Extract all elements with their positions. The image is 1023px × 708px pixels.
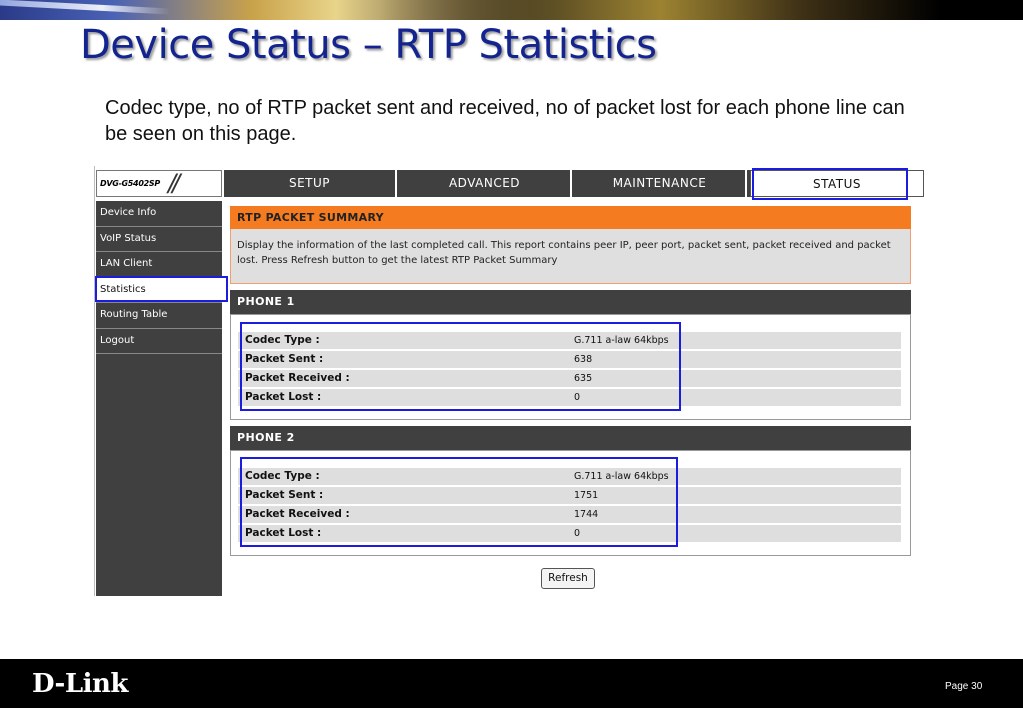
sidebar-item-logout[interactable]: Logout	[96, 329, 222, 354]
top-banner	[0, 0, 1023, 20]
table-row: Packet Sent : 1751	[238, 487, 901, 504]
sidebar-item-device-info[interactable]: Device Info	[96, 201, 222, 227]
sidebar: Device Info VoIP Status LAN Client Stati…	[96, 201, 222, 596]
stat-label: Packet Sent :	[245, 489, 324, 501]
model-logo: DVG-G5402SP //	[96, 169, 222, 197]
stat-value: G.711 a-law 64kbps	[574, 335, 669, 346]
tab-status[interactable]: STATUS	[750, 170, 924, 197]
stat-value: G.711 a-law 64kbps	[574, 471, 669, 482]
phone-1-header: PHONE 1	[230, 290, 911, 314]
router-ui-screenshot: DVG-G5402SP // SETUP ADVANCED MAINTENANC…	[94, 166, 926, 596]
table-row: Codec Type : G.711 a-law 64kbps	[238, 332, 901, 349]
tab-maintenance[interactable]: MAINTENANCE	[574, 170, 747, 197]
footer: D-Link Page 30	[0, 659, 1023, 708]
refresh-button[interactable]: Refresh	[541, 568, 595, 589]
phone-2-stats: Codec Type : G.711 a-law 64kbps Packet S…	[230, 450, 911, 556]
stat-label: Codec Type :	[245, 470, 320, 482]
sidebar-item-voip-status[interactable]: VoIP Status	[96, 227, 222, 252]
stat-label: Packet Lost :	[245, 391, 322, 403]
slash-decoration-icon: //	[168, 169, 180, 197]
stat-value: 0	[574, 392, 581, 403]
phone-2-header: PHONE 2	[230, 426, 911, 450]
section-description: Display the information of the last comp…	[230, 229, 911, 284]
model-name: DVG-G5402SP	[100, 179, 160, 188]
top-tab-bar: SETUP ADVANCED MAINTENANCE STATUS	[224, 170, 924, 197]
table-row: Packet Lost : 0	[238, 389, 901, 406]
divider	[94, 166, 95, 596]
table-row: Packet Received : 635	[238, 370, 901, 387]
stat-value: 638	[574, 354, 593, 365]
banner-swoosh	[380, 0, 940, 20]
stat-label: Codec Type :	[245, 334, 320, 346]
tab-setup[interactable]: SETUP	[224, 170, 397, 197]
tab-advanced[interactable]: ADVANCED	[399, 170, 572, 197]
slide-title: Device Status – RTP Statistics	[80, 22, 657, 68]
table-row: Codec Type : G.711 a-law 64kbps	[238, 468, 901, 485]
stat-value: 0	[574, 528, 581, 539]
phone-1-stats: Codec Type : G.711 a-law 64kbps Packet S…	[230, 314, 911, 420]
sidebar-item-statistics[interactable]: Statistics	[96, 277, 222, 303]
stat-label: Packet Received :	[245, 372, 350, 384]
sidebar-item-lan-client[interactable]: LAN Client	[96, 252, 222, 278]
stat-label: Packet Lost :	[245, 527, 322, 539]
sidebar-item-routing-table[interactable]: Routing Table	[96, 303, 222, 329]
table-row: Packet Sent : 638	[238, 351, 901, 368]
stat-label: Packet Sent :	[245, 353, 324, 365]
table-row: Packet Lost : 0	[238, 525, 901, 542]
slide-description: Codec type, no of RTP packet sent and re…	[105, 97, 905, 145]
table-row: Packet Received : 1744	[238, 506, 901, 523]
stat-value: 1751	[574, 490, 599, 501]
stat-value: 635	[574, 373, 593, 384]
section-title: RTP PACKET SUMMARY	[230, 206, 911, 229]
page-number: Page 30	[945, 681, 983, 692]
stat-value: 1744	[574, 509, 599, 520]
stat-label: Packet Received :	[245, 508, 350, 520]
dlink-logo: D-Link	[32, 669, 128, 699]
